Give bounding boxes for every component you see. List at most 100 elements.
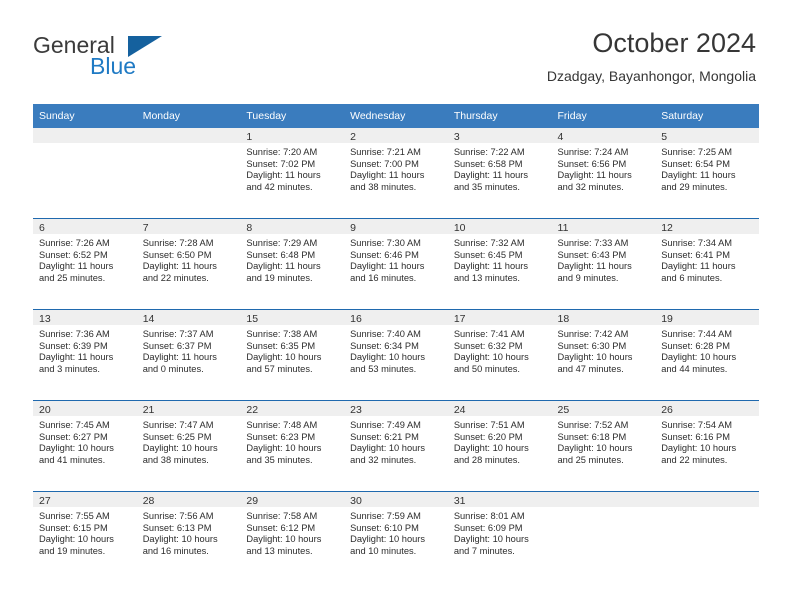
daylight-1-text: Daylight: 10 hours xyxy=(350,534,426,545)
sun-details: Sunrise: 7:30 AM Sunset: 6:46 PM Daylight:… xyxy=(344,234,448,284)
month-calendar: Sunday Monday Tuesday Wednesday Thursday… xyxy=(33,104,759,582)
calendar-day-cell[interactable]: 28 Sunrise: 7:56 AM Sunset: 6:13 PM Dayligh… xyxy=(136,491,241,582)
day-number: 30 xyxy=(344,492,448,507)
calendar-day-cell[interactable]: 16 Sunrise: 7:40 AM Sunset: 6:34 PM Dayligh… xyxy=(344,309,448,401)
daylight-2-text: and 25 minutes. xyxy=(39,272,106,283)
sunset-text: Sunset: 7:02 PM xyxy=(246,158,316,169)
calendar-day-cell[interactable]: 23 Sunrise: 7:49 AM Sunset: 6:21 PM Dayligh… xyxy=(344,400,448,492)
day-number: 20 xyxy=(33,401,137,416)
sunrise-text: Sunrise: 7:48 AM xyxy=(246,420,318,430)
calendar-day-cell[interactable]: 3 Sunrise: 7:22 AM Sunset: 6:58 PM Daylight… xyxy=(447,128,552,219)
calendar-week-row: 6 Sunrise: 7:26 AM Sunset: 6:52 PM Daylight… xyxy=(33,218,759,310)
day-cell-inner: 16 Sunrise: 7:40 AM Sunset: 6:34 PM Dayligh… xyxy=(344,310,448,400)
sun-details: Sunrise: 7:59 AM Sunset: 6:10 PM Daylight:… xyxy=(344,507,448,557)
sun-details: Sunrise: 7:38 AM Sunset: 6:35 PM Daylight:… xyxy=(240,325,344,375)
calendar-day-cell[interactable]: 11 Sunrise: 7:33 AM Sunset: 6:43 PM Dayligh… xyxy=(551,218,656,310)
calendar-cell-empty xyxy=(551,491,656,582)
calendar-day-cell[interactable]: 22 Sunrise: 7:48 AM Sunset: 6:23 PM Dayligh… xyxy=(240,400,345,492)
day-cell-inner: 21 Sunrise: 7:47 AM Sunset: 6:25 PM Dayligh… xyxy=(136,401,241,491)
calendar-day-cell[interactable]: 9 Sunrise: 7:30 AM Sunset: 6:46 PM Daylight… xyxy=(344,218,448,310)
page-title: October 2024 xyxy=(592,28,756,58)
sun-details: Sunrise: 7:45 AM Sunset: 6:27 PM Daylight:… xyxy=(33,416,137,466)
sunrise-text: Sunrise: 7:24 AM xyxy=(557,147,629,157)
day-cell-inner: 31 Sunrise: 8:01 AM Sunset: 6:09 PM Dayligh… xyxy=(447,492,552,582)
calendar-day-cell[interactable]: 24 Sunrise: 7:51 AM Sunset: 6:20 PM Dayligh… xyxy=(447,400,552,492)
calendar-day-cell[interactable]: 31 Sunrise: 8:01 AM Sunset: 6:09 PM Dayligh… xyxy=(447,491,552,582)
sunrise-text: Sunrise: 7:21 AM xyxy=(350,147,421,157)
calendar-day-cell[interactable]: 27 Sunrise: 7:55 AM Sunset: 6:15 PM Dayligh… xyxy=(33,491,137,582)
general-blue-logo[interactable]: General Blue xyxy=(33,33,203,81)
weekday-header-thursday: Thursday xyxy=(447,104,552,128)
page-header: General Blue October 2024 Dzadgay, Bayan… xyxy=(0,0,792,100)
calendar-day-cell[interactable]: 12 Sunrise: 7:34 AM Sunset: 6:41 PM Dayligh… xyxy=(655,218,759,310)
calendar-day-cell[interactable]: 2 Sunrise: 7:21 AM Sunset: 7:00 PM Daylight… xyxy=(344,128,448,219)
calendar-day-cell[interactable]: 15 Sunrise: 7:38 AM Sunset: 6:35 PM Dayligh… xyxy=(240,309,345,401)
daylight-1-text: Daylight: 11 hours xyxy=(246,170,321,181)
calendar-day-cell[interactable]: 20 Sunrise: 7:45 AM Sunset: 6:27 PM Dayligh… xyxy=(33,400,137,492)
day-cell-inner: 20 Sunrise: 7:45 AM Sunset: 6:27 PM Dayligh… xyxy=(33,401,137,491)
sunset-text: Sunset: 6:32 PM xyxy=(453,340,523,351)
calendar-day-cell[interactable]: 5 Sunrise: 7:25 AM Sunset: 6:54 PM Daylight… xyxy=(655,128,759,219)
sun-details: Sunrise: 7:52 AM Sunset: 6:18 PM Daylight:… xyxy=(552,416,656,466)
calendar-day-cell[interactable]: 21 Sunrise: 7:47 AM Sunset: 6:25 PM Dayligh… xyxy=(136,400,241,492)
daylight-1-text: Daylight: 10 hours xyxy=(142,443,218,454)
calendar-day-cell[interactable]: 17 Sunrise: 7:41 AM Sunset: 6:32 PM Dayligh… xyxy=(447,309,552,401)
sunset-text: Sunset: 6:39 PM xyxy=(39,340,108,351)
day-cell-inner: 29 Sunrise: 7:58 AM Sunset: 6:12 PM Dayligh… xyxy=(240,492,345,582)
daylight-2-text: and 25 minutes. xyxy=(557,454,624,465)
sunrise-text: Sunrise: 7:55 AM xyxy=(39,511,110,521)
sunrise-text: Sunrise: 7:33 AM xyxy=(557,238,629,248)
day-cell-inner: 28 Sunrise: 7:56 AM Sunset: 6:13 PM Dayligh… xyxy=(136,492,241,582)
calendar-day-cell[interactable]: 25 Sunrise: 7:52 AM Sunset: 6:18 PM Dayligh… xyxy=(551,400,656,492)
daylight-2-text: and 28 minutes. xyxy=(453,454,520,465)
weekday-header-tuesday: Tuesday xyxy=(240,104,345,128)
daylight-1-text: Daylight: 11 hours xyxy=(246,261,321,272)
sunset-text: Sunset: 6:48 PM xyxy=(246,249,316,260)
daylight-2-text: and 22 minutes. xyxy=(661,454,728,465)
day-cell-inner: 12 Sunrise: 7:34 AM Sunset: 6:41 PM Dayligh… xyxy=(655,219,759,309)
sun-details: Sunrise: 7:48 AM Sunset: 6:23 PM Daylight:… xyxy=(240,416,344,466)
calendar-day-cell[interactable]: 10 Sunrise: 7:32 AM Sunset: 6:45 PM Dayligh… xyxy=(447,218,552,310)
day-number: 2 xyxy=(344,128,448,143)
daylight-2-text: and 19 minutes. xyxy=(39,545,106,556)
calendar-day-cell[interactable]: 14 Sunrise: 7:37 AM Sunset: 6:37 PM Dayligh… xyxy=(136,309,241,401)
daylight-2-text: and 7 minutes. xyxy=(453,545,515,556)
daylight-1-text: Daylight: 10 hours xyxy=(557,443,633,454)
day-number xyxy=(136,128,241,143)
sunset-text: Sunset: 6:46 PM xyxy=(350,249,419,260)
day-number: 16 xyxy=(344,310,448,325)
calendar-day-cell[interactable]: 1 Sunrise: 7:20 AM Sunset: 7:02 PM Daylight… xyxy=(240,128,345,219)
calendar-day-cell[interactable]: 6 Sunrise: 7:26 AM Sunset: 6:52 PM Daylight… xyxy=(33,218,137,310)
day-number: 25 xyxy=(551,401,656,416)
daylight-1-text: Daylight: 10 hours xyxy=(453,534,529,545)
sun-details: Sunrise: 7:55 AM Sunset: 6:15 PM Daylight:… xyxy=(33,507,137,557)
calendar-day-cell[interactable]: 4 Sunrise: 7:24 AM Sunset: 6:56 PM Daylight… xyxy=(551,128,656,219)
calendar-day-cell[interactable]: 7 Sunrise: 7:28 AM Sunset: 6:50 PM Daylight… xyxy=(136,218,241,310)
sunrise-text: Sunrise: 7:45 AM xyxy=(39,420,110,430)
calendar-week-row: 1 Sunrise: 7:20 AM Sunset: 7:02 PM Daylight… xyxy=(33,128,759,219)
calendar-day-cell[interactable]: 18 Sunrise: 7:42 AM Sunset: 6:30 PM Dayligh… xyxy=(551,309,656,401)
calendar-day-cell[interactable]: 13 Sunrise: 7:36 AM Sunset: 6:39 PM Dayligh… xyxy=(33,309,137,401)
sunset-text: Sunset: 6:09 PM xyxy=(453,522,523,533)
calendar-day-cell[interactable]: 8 Sunrise: 7:29 AM Sunset: 6:48 PM Daylight… xyxy=(240,218,345,310)
day-number: 19 xyxy=(655,310,759,325)
daylight-2-text: and 38 minutes. xyxy=(350,181,417,192)
calendar-day-cell[interactable]: 19 Sunrise: 7:44 AM Sunset: 6:28 PM Dayligh… xyxy=(655,309,759,401)
sunrise-text: Sunrise: 8:01 AM xyxy=(453,511,525,521)
day-cell-inner: 7 Sunrise: 7:28 AM Sunset: 6:50 PM Daylight… xyxy=(136,219,241,309)
daylight-1-text: Daylight: 11 hours xyxy=(350,261,425,272)
calendar-cell-empty xyxy=(136,128,241,219)
sunset-text: Sunset: 6:34 PM xyxy=(350,340,419,351)
day-number: 15 xyxy=(240,310,345,325)
daylight-1-text: Daylight: 11 hours xyxy=(557,261,632,272)
calendar-day-cell[interactable]: 30 Sunrise: 7:59 AM Sunset: 6:10 PM Dayligh… xyxy=(344,491,448,582)
sunrise-text: Sunrise: 7:26 AM xyxy=(39,238,110,248)
sunset-text: Sunset: 6:35 PM xyxy=(246,340,316,351)
calendar-day-cell[interactable]: 29 Sunrise: 7:58 AM Sunset: 6:12 PM Dayligh… xyxy=(240,491,345,582)
day-cell-inner: 3 Sunrise: 7:22 AM Sunset: 6:58 PM Daylight… xyxy=(447,128,552,218)
calendar-day-cell[interactable]: 26 Sunrise: 7:54 AM Sunset: 6:16 PM Dayligh… xyxy=(655,400,759,492)
weekday-header-sunday: Sunday xyxy=(33,104,137,128)
day-cell-inner xyxy=(655,492,759,582)
sunset-text: Sunset: 6:15 PM xyxy=(39,522,108,533)
sunrise-text: Sunrise: 7:56 AM xyxy=(142,511,214,521)
